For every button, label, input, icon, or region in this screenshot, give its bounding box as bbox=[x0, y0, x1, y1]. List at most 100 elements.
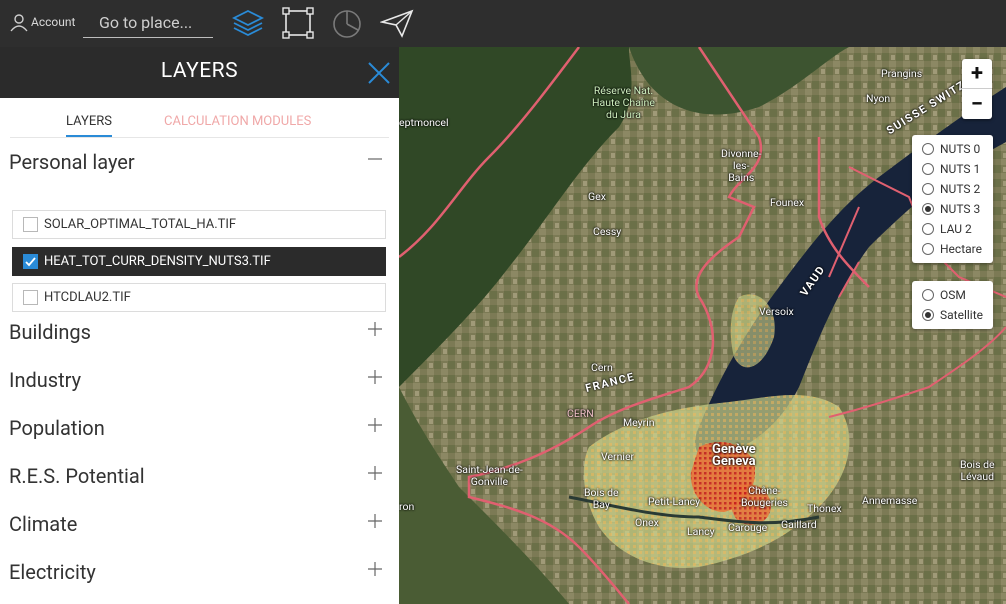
map-label-carouge: Carouge bbox=[728, 521, 768, 534]
expand-population-button[interactable] bbox=[367, 417, 383, 433]
map-label-petit-lancy: Petit-Lancy bbox=[648, 495, 701, 508]
nuts-option-label: NUTS 2 bbox=[940, 182, 981, 196]
map-label-reserve: Réserve Nat. Haute Chaîne du Jura bbox=[592, 84, 655, 121]
nuts-level-selector: NUTS 0 NUTS 1 NUTS 2 NUTS 3 LAU 2 Hectar… bbox=[912, 135, 993, 263]
section-label-climate: Climate bbox=[9, 512, 78, 536]
layer-checkbox-heat-density[interactable] bbox=[23, 254, 38, 269]
nuts-option-label: Hectare bbox=[940, 242, 982, 256]
radio-nuts0[interactable] bbox=[922, 143, 934, 155]
section-res-potential[interactable]: R.E.S. Potential bbox=[0, 452, 399, 500]
tab-calculation-modules[interactable]: CALCULATION MODULES bbox=[164, 114, 311, 129]
collapse-personal-layer-button[interactable] bbox=[367, 151, 383, 167]
sidebar-tabs: LAYERS CALCULATION MODULES bbox=[10, 98, 389, 138]
pie-chart-icon bbox=[333, 10, 361, 38]
radio-satellite[interactable] bbox=[922, 309, 934, 321]
section-population[interactable]: Population bbox=[0, 404, 399, 452]
nuts-option-lau2[interactable]: LAU 2 bbox=[922, 219, 985, 239]
plus-icon bbox=[368, 466, 382, 480]
map-label-gex: Gex bbox=[588, 190, 606, 203]
layers-icon bbox=[232, 9, 264, 37]
basemap-selector: OSM Satellite bbox=[912, 281, 993, 329]
radio-osm[interactable] bbox=[922, 289, 934, 301]
checkmark-icon bbox=[25, 257, 36, 267]
nuts-option-nuts0[interactable]: NUTS 0 bbox=[922, 139, 985, 159]
nuts-option-label: NUTS 3 bbox=[940, 202, 981, 216]
map-label-montcel: eptmoncel bbox=[399, 116, 449, 129]
basemap-option-label: Satellite bbox=[940, 308, 983, 322]
map-label-founex: Founex bbox=[770, 196, 805, 209]
radio-nuts1[interactable] bbox=[922, 163, 934, 175]
map-label-geneve: Genève Geneva bbox=[712, 442, 756, 469]
layers-sidebar: LAYERS LAYERS CALCULATION MODULES Person… bbox=[0, 47, 399, 604]
section-label-electricity: Electricity bbox=[9, 560, 96, 584]
paper-plane-icon bbox=[380, 9, 414, 38]
layers-tool-button[interactable] bbox=[231, 6, 265, 40]
sidebar-title: LAYERS bbox=[160, 59, 239, 83]
expand-industry-button[interactable] bbox=[367, 369, 383, 385]
map-label-cern-town: Cern bbox=[591, 361, 613, 374]
map-label-divonne: Divonne-les- Bains bbox=[721, 147, 762, 184]
map-label-chene: Chêne- Bougeries bbox=[741, 484, 788, 509]
section-label-buildings: Buildings bbox=[9, 320, 91, 344]
map-label-cessy: Cessy bbox=[593, 225, 622, 238]
tab-layers[interactable]: LAYERS bbox=[66, 114, 112, 137]
section-personal-layer: Personal layer SOLAR_OPTIMAL_TOTAL_HA.TI… bbox=[0, 138, 399, 312]
map-label-ron: ron bbox=[399, 500, 415, 513]
radio-nuts2[interactable] bbox=[922, 183, 934, 195]
layer-checkbox-htcdlau2[interactable] bbox=[23, 290, 38, 305]
expand-buildings-button[interactable] bbox=[367, 321, 383, 337]
layer-checkbox-solar[interactable] bbox=[23, 217, 38, 232]
section-buildings[interactable]: Buildings bbox=[0, 308, 399, 356]
close-sidebar-button[interactable] bbox=[367, 61, 391, 85]
zoom-in-button[interactable]: + bbox=[962, 59, 992, 89]
nuts-option-nuts2[interactable]: NUTS 2 bbox=[922, 179, 985, 199]
section-climate[interactable]: Climate bbox=[0, 500, 399, 548]
send-tool-button[interactable] bbox=[380, 6, 414, 40]
nuts-option-nuts1[interactable]: NUTS 1 bbox=[922, 159, 985, 179]
nuts-option-hectare[interactable]: Hectare bbox=[922, 239, 985, 259]
map-label-thonex: Thonex bbox=[807, 502, 842, 515]
zoom-out-button[interactable]: − bbox=[962, 89, 992, 119]
layer-item-solar[interactable]: SOLAR_OPTIMAL_TOTAL_HA.TIF bbox=[12, 210, 386, 239]
map-label-lancy: Lancy bbox=[687, 525, 715, 538]
map-view[interactable]: Réserve Nat. Haute Chaîne du Jura eptmonce… bbox=[399, 47, 1006, 604]
expand-electricity-button[interactable] bbox=[367, 561, 383, 577]
close-icon bbox=[368, 62, 390, 84]
map-label-prangins: Prangins bbox=[881, 67, 923, 80]
expand-res-potential-button[interactable] bbox=[367, 465, 383, 481]
plus-icon bbox=[368, 370, 382, 384]
minus-icon bbox=[368, 158, 382, 160]
basemap-option-satellite[interactable]: Satellite bbox=[922, 305, 985, 325]
layer-label-heat-density: HEAT_TOT_CURR_DENSITY_NUTS3.TIF bbox=[44, 254, 271, 269]
expand-climate-button[interactable] bbox=[367, 513, 383, 529]
map-label-annemasse: Annemasse bbox=[862, 494, 918, 507]
section-industry[interactable]: Industry bbox=[0, 356, 399, 404]
section-electricity[interactable]: Electricity bbox=[0, 548, 399, 596]
map-label-onex: Onex bbox=[635, 516, 659, 529]
nuts-option-label: NUTS 0 bbox=[940, 142, 981, 156]
section-label-personal-layer[interactable]: Personal layer bbox=[9, 150, 135, 174]
chart-tool-button[interactable] bbox=[330, 6, 364, 40]
selection-tool-button[interactable] bbox=[281, 6, 315, 40]
place-search-input[interactable]: Go to place... bbox=[83, 10, 213, 38]
radio-hectare[interactable] bbox=[922, 243, 934, 255]
nuts-option-nuts3[interactable]: NUTS 3 bbox=[922, 199, 985, 219]
layer-label-solar: SOLAR_OPTIMAL_TOTAL_HA.TIF bbox=[44, 217, 237, 232]
radio-lau2[interactable] bbox=[922, 223, 934, 235]
map-label-meyrin: Meyrin bbox=[623, 416, 655, 429]
basemap-option-osm[interactable]: OSM bbox=[922, 285, 985, 305]
zoom-controls: + − bbox=[962, 59, 992, 119]
section-label-industry: Industry bbox=[9, 368, 82, 392]
plus-icon bbox=[368, 562, 382, 576]
map-label-gaillard: Gaillard bbox=[781, 518, 817, 531]
top-toolbar: Account Go to place... bbox=[0, 0, 1006, 47]
basemap-option-label: OSM bbox=[940, 288, 966, 302]
map-label-versoix: Versoix bbox=[759, 305, 794, 318]
sidebar-header: LAYERS bbox=[0, 47, 399, 98]
account-label: Account bbox=[31, 15, 76, 29]
map-label-saint-jean: Saint-Jean-de- Gonville bbox=[456, 463, 523, 488]
layer-item-heat-density[interactable]: HEAT_TOT_CURR_DENSITY_NUTS3.TIF bbox=[12, 247, 386, 276]
radio-nuts3[interactable] bbox=[922, 203, 934, 215]
user-icon bbox=[10, 14, 28, 32]
account-button[interactable]: Account bbox=[9, 12, 75, 32]
